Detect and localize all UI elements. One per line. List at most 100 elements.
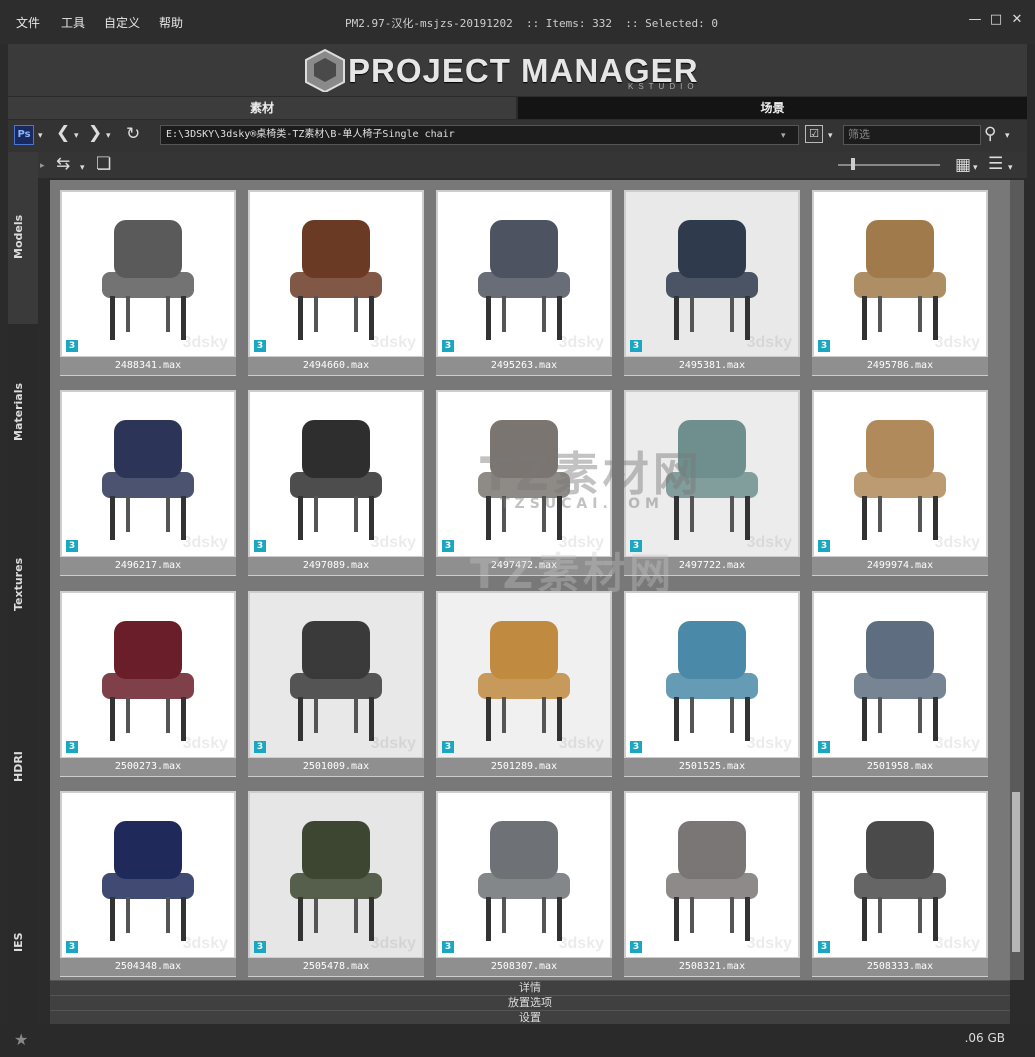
sync-icon[interactable]: ⇆ [56, 154, 70, 174]
maximize-icon[interactable]: □ [987, 11, 1005, 29]
asset-card[interactable]: 3 3dsky 2501009.max [248, 591, 424, 777]
asset-card[interactable]: 3 3dsky 2501289.max [436, 591, 612, 777]
back-icon[interactable]: ❮ [56, 123, 70, 143]
asset-card[interactable]: 3 3dsky 2508307.max [436, 791, 612, 977]
asset-thumbnail[interactable]: 3 3dsky [626, 192, 798, 356]
chair-illustration [478, 220, 570, 340]
path-dropdown-icon[interactable]: ▾ [781, 126, 786, 146]
collapse-arrow-icon[interactable]: ▸ [40, 156, 45, 176]
details-panel[interactable]: 详情 [50, 980, 1010, 995]
chair-illustration [102, 621, 194, 741]
asset-filename: 2501525.max [624, 758, 800, 776]
asset-card[interactable]: 3 3dsky 2488341.max [60, 190, 236, 376]
path-input[interactable]: E:\3DSKY\3dsky®桌椅类-TZ素材\B-单人椅子Single cha… [160, 125, 799, 145]
asset-thumbnail[interactable]: 3 3dsky [814, 192, 986, 356]
3dsmax-icon: 3 [818, 340, 830, 352]
grid-scrollbar-thumb[interactable] [1012, 792, 1020, 952]
sidebar-item-models[interactable]: Models [12, 202, 34, 272]
ps-dropdown-icon[interactable]: ▾ [38, 126, 43, 146]
favorite-star-icon[interactable]: ★ [14, 1030, 28, 1050]
asset-thumbnail[interactable]: 3 3dsky [62, 392, 234, 556]
asset-thumbnail[interactable]: 3 3dsky [814, 793, 986, 957]
view-options-dropdown-icon[interactable]: ▾ [828, 126, 833, 146]
asset-card[interactable]: 3 3dsky 2501958.max [812, 591, 988, 777]
asset-thumbnail[interactable]: 3 3dsky [438, 793, 610, 957]
sidebar-item-textures[interactable]: Textures [12, 547, 34, 622]
3dsmax-icon: 3 [630, 340, 642, 352]
chair-illustration [478, 821, 570, 941]
asset-thumbnail[interactable]: 3 3dsky [62, 793, 234, 957]
thumbnail-size-slider-knob[interactable] [851, 158, 855, 170]
asset-thumbnail[interactable]: 3 3dsky [62, 192, 234, 356]
thumbnail-watermark: 3dsky [934, 735, 980, 752]
asset-thumbnail[interactable]: 3 3dsky [626, 793, 798, 957]
asset-thumbnail[interactable]: 3 3dsky [438, 192, 610, 356]
asset-thumbnail[interactable]: 3 3dsky [438, 593, 610, 757]
cube-icon[interactable]: ❏ [96, 154, 111, 174]
menu-file[interactable]: 文件 [16, 14, 40, 31]
asset-card[interactable]: 3 3dsky 2495786.max [812, 190, 988, 376]
asset-card[interactable]: 3 3dsky 2497089.max [248, 390, 424, 576]
back-dropdown-icon[interactable]: ▾ [74, 126, 79, 146]
placement-panel[interactable]: 放置选项 [50, 995, 1010, 1010]
asset-thumbnail[interactable]: 3 3dsky [626, 392, 798, 556]
asset-thumbnail[interactable]: 3 3dsky [814, 593, 986, 757]
asset-filename: 2497472.max [436, 557, 612, 575]
sort-dropdown-icon[interactable]: ▾ [1008, 158, 1013, 178]
thumbnail-watermark: 3dsky [370, 735, 416, 752]
tab-materials[interactable]: 素材 [8, 97, 516, 119]
asset-filename: 2499974.max [812, 557, 988, 575]
asset-card[interactable]: 3 3dsky 2500273.max [60, 591, 236, 777]
sidebar-item-ies[interactable]: IES [12, 922, 34, 962]
grid-view-icon[interactable]: ▦ [955, 155, 971, 175]
sidebar-item-hdri[interactable]: HDRI [12, 742, 34, 792]
sync-dropdown-icon[interactable]: ▾ [80, 158, 85, 178]
asset-thumbnail[interactable]: 3 3dsky [626, 593, 798, 757]
3dsmax-icon: 3 [442, 340, 454, 352]
close-icon[interactable]: ✕ [1008, 11, 1026, 29]
menu-customize[interactable]: 自定义 [104, 14, 140, 31]
asset-card[interactable]: 3 3dsky 2497722.max [624, 390, 800, 576]
forward-dropdown-icon[interactable]: ▾ [106, 126, 111, 146]
tab-scenes[interactable]: 场景 [518, 97, 1027, 119]
view-options-icon[interactable]: ☑ [805, 125, 823, 143]
asset-card[interactable]: 3 3dsky 2497472.max [436, 390, 612, 576]
menu-tools[interactable]: 工具 [61, 14, 85, 31]
refresh-icon[interactable]: ↻ [126, 124, 140, 144]
asset-card[interactable]: 3 3dsky 2505478.max [248, 791, 424, 977]
asset-filename: 2501009.max [248, 758, 424, 776]
settings-panel[interactable]: 设置 [50, 1010, 1010, 1025]
photoshop-icon[interactable]: Ps [14, 125, 34, 145]
asset-card[interactable]: 3 3dsky 2495263.max [436, 190, 612, 376]
asset-thumbnail[interactable]: 3 3dsky [250, 192, 422, 356]
asset-card[interactable]: 3 3dsky 2496217.max [60, 390, 236, 576]
asset-thumbnail[interactable]: 3 3dsky [250, 593, 422, 757]
grid-scrollbar[interactable] [1010, 180, 1024, 980]
asset-card[interactable]: 3 3dsky 2508333.max [812, 791, 988, 977]
asset-card[interactable]: 3 3dsky 2495381.max [624, 190, 800, 376]
sort-icon[interactable]: ☰ [988, 154, 1003, 174]
asset-card[interactable]: 3 3dsky 2504348.max [60, 791, 236, 977]
asset-card[interactable]: 3 3dsky 2499974.max [812, 390, 988, 576]
filter-input[interactable]: 筛选 [843, 125, 981, 145]
search-icon[interactable]: ⚲ [984, 124, 996, 144]
asset-card[interactable]: 3 3dsky 2501525.max [624, 591, 800, 777]
thumbnail-watermark: 3dsky [370, 935, 416, 952]
asset-thumbnail[interactable]: 3 3dsky [250, 793, 422, 957]
menu-help[interactable]: 帮助 [159, 14, 183, 31]
sidebar-item-materials[interactable]: Materials [12, 372, 34, 452]
asset-thumbnail[interactable]: 3 3dsky [814, 392, 986, 556]
asset-card[interactable]: 3 3dsky 2494660.max [248, 190, 424, 376]
chair-illustration [102, 821, 194, 941]
forward-icon[interactable]: ❯ [88, 123, 102, 143]
thumbnail-watermark: 3dsky [934, 935, 980, 952]
minimize-icon[interactable]: — [966, 11, 984, 29]
asset-thumbnail[interactable]: 3 3dsky [250, 392, 422, 556]
grid-view-dropdown-icon[interactable]: ▾ [973, 158, 978, 178]
asset-thumbnail[interactable]: 3 3dsky [62, 593, 234, 757]
banner-subtitle: KSTUDIO [628, 82, 699, 91]
asset-filename: 2497722.max [624, 557, 800, 575]
asset-thumbnail[interactable]: 3 3dsky [438, 392, 610, 556]
asset-card[interactable]: 3 3dsky 2508321.max [624, 791, 800, 977]
search-dropdown-icon[interactable]: ▾ [1005, 126, 1010, 146]
